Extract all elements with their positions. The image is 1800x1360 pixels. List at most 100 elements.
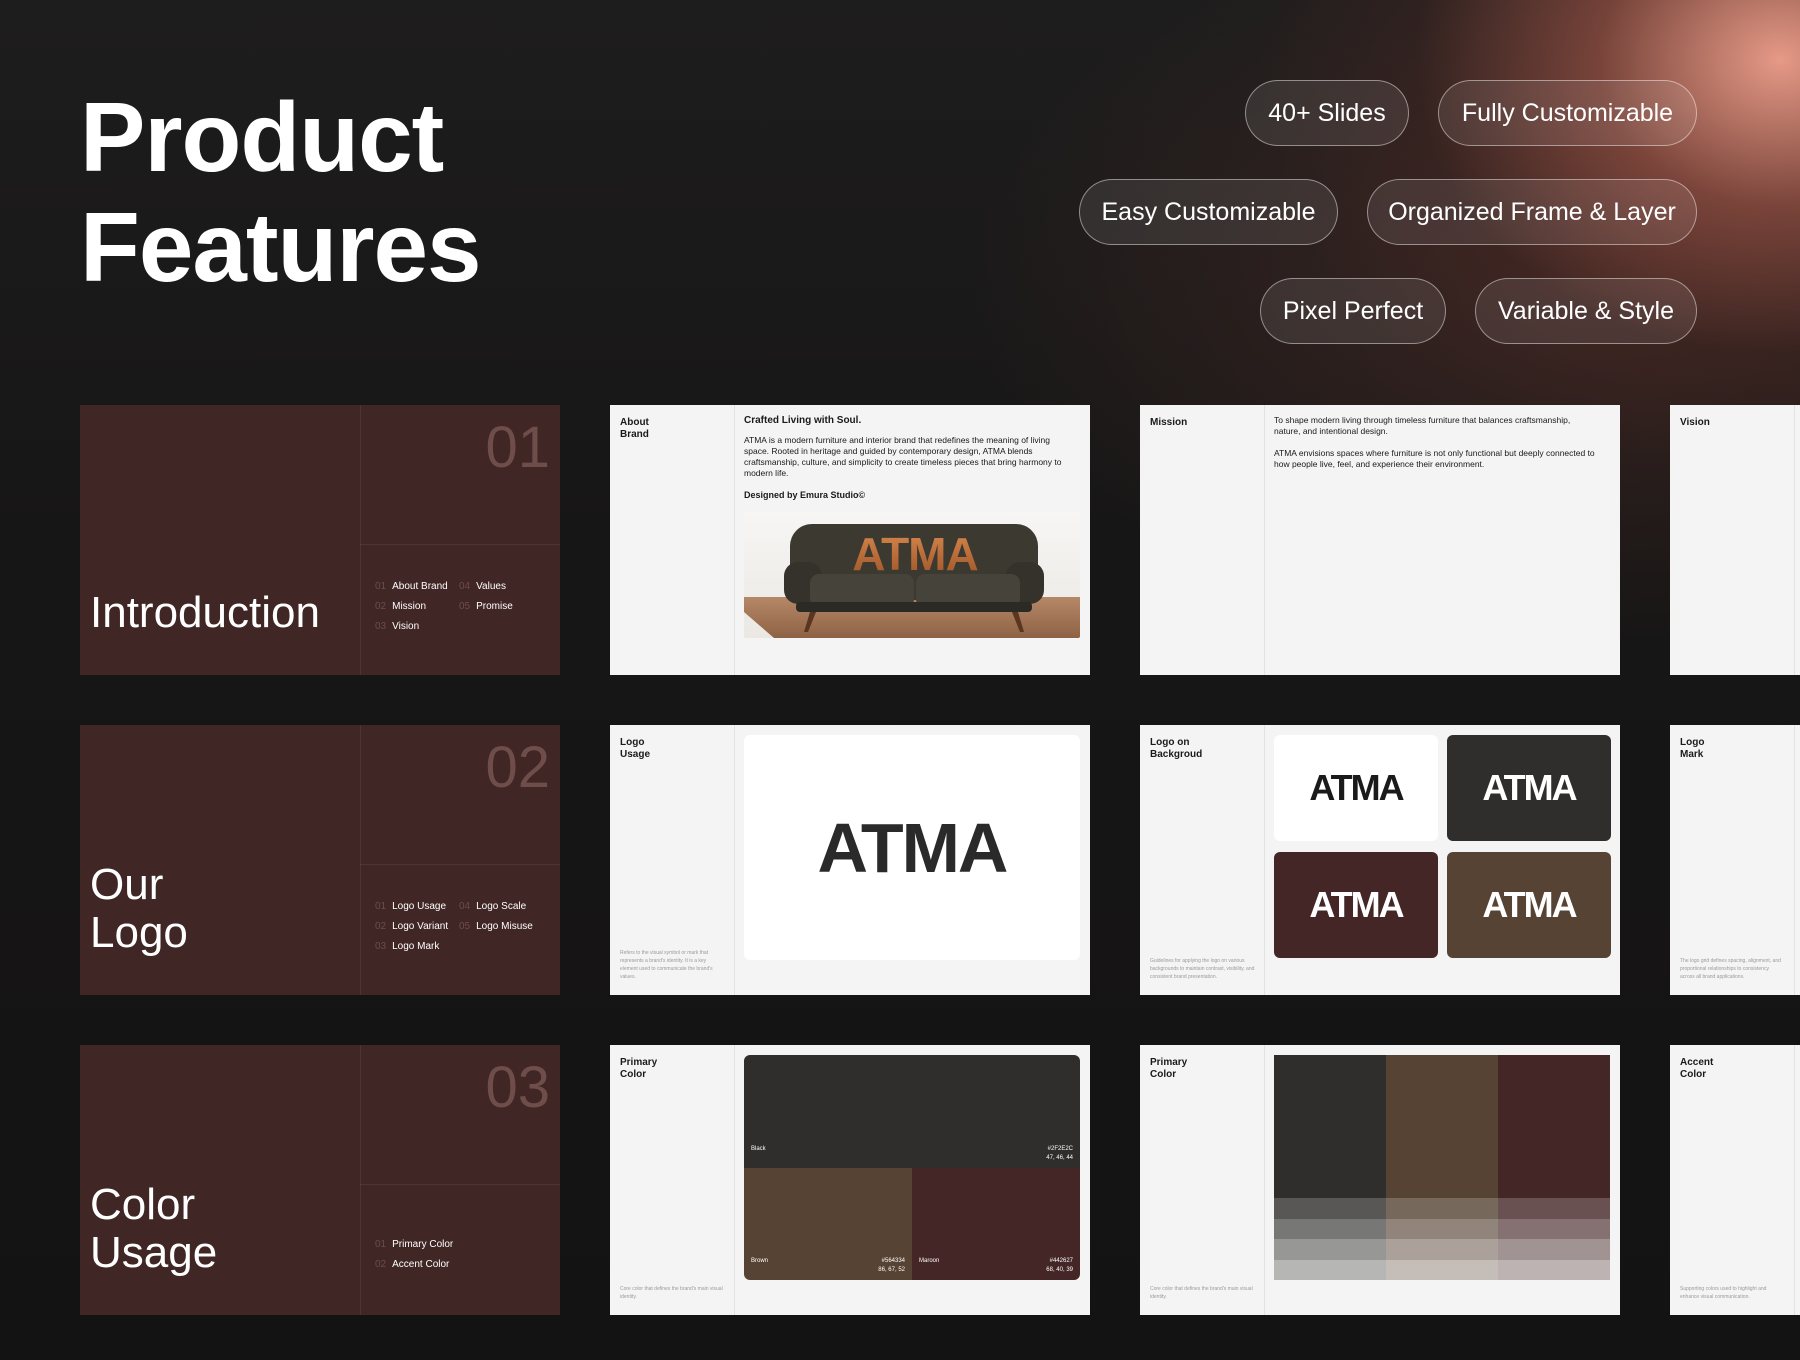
logo-tile-maroon: ATMA [1274,852,1438,958]
divider [1794,1045,1795,1315]
slide-mission[interactable]: Mission To shape modern living through t… [1140,405,1620,675]
slide-vision[interactable]: Vision [1670,405,1800,675]
tint-step [1274,1259,1386,1280]
tint-step [1274,1239,1386,1260]
divider [1794,405,1795,675]
mission-body: To shape modern living through timeless … [1274,415,1595,469]
section-number: 03 [485,1055,550,1120]
divider [360,1045,361,1315]
contents-item: 05 Promise [459,601,513,612]
tint-column [1274,1055,1386,1280]
color-tint-grid [1274,1055,1610,1280]
swatch-hex: #2F2E2C [1047,1146,1073,1152]
pill-pixel-perfect: Pixel Perfect [1260,278,1446,344]
divider [1264,405,1265,675]
logo-tile-brown: ATMA [1447,852,1611,958]
contents-item: 02 Accent Color [375,1259,450,1270]
slide-primary-color[interactable]: Primary Color Core color that defines th… [610,1045,1090,1315]
tint-base [1386,1055,1498,1199]
slide-about-brand[interactable]: About Brand Crafted Living with Soul. AT… [610,405,1090,675]
contents-item: 02 Mission [375,601,427,612]
tint-overlay [1498,1198,1610,1219]
section-contents: 01 Primary Color 02 Accent Color [375,1235,555,1275]
pill-easy-customizable: Easy Customizable [1079,179,1338,245]
divider [1264,1045,1265,1315]
color-swatches: Black #2F2E2C 47, 46, 44 Brown #564334 8… [744,1055,1080,1280]
tint-overlay [1274,1218,1386,1240]
swatch-hex: #564334 [881,1258,905,1264]
contents-item: 04 Logo Scale [459,901,527,912]
sofa-photo-word: ATMA [852,528,977,580]
tint-base [1274,1055,1386,1199]
tint-column [1386,1055,1498,1280]
swatch-name: Brown [751,1258,769,1264]
slide-caption: Core color that defines the brand's main… [620,1286,723,1300]
slide-accent-color[interactable]: Accent Color Supporting colors used to h… [1670,1045,1800,1315]
tint-column [1498,1055,1610,1280]
tint-step [1498,1259,1610,1280]
divider [360,544,560,545]
slide-label: Accent Color [1680,1057,1714,1080]
slide-label: Logo Mark [1680,737,1705,760]
tint-overlay [1274,1239,1386,1260]
divider [360,405,361,675]
tint-step [1498,1198,1610,1219]
swatch-black: Black #2F2E2C 47, 46, 44 [744,1055,1080,1168]
section-slide-color-usage[interactable]: 03 Color Usage 01 Primary Color 02 Accent … [80,1045,560,1315]
tint-overlay [1274,1198,1386,1219]
sofa-photo: ATMA [744,512,1080,638]
tint-step [1386,1259,1498,1280]
page-title: Product Features [80,82,482,302]
slide-label: About Brand [620,417,649,440]
slide-label: Primary Color [620,1057,658,1080]
contents-item: 04 Values [459,581,506,592]
contents-item: 01 About Brand [375,581,448,592]
tint-overlay [1498,1239,1610,1260]
slide-primary-color-tints[interactable]: Primary Color Core color that defines th… [1140,1045,1620,1315]
contents-item: 01 Primary Color [375,1239,454,1250]
slide-label: Vision [1680,417,1710,428]
slide-logo-usage[interactable]: Logo Usage Refers to the visual symbol o… [610,725,1090,995]
swatch-name: Black [751,1146,766,1152]
section-title: Our Logo [90,860,188,957]
logo-tile-white: ATMA [1274,735,1438,841]
divider [1794,725,1795,995]
slide-caption: Refers to the visual symbol or mark that… [620,950,713,980]
slide-logo-mark[interactable]: Logo Mark The logo grid defines spacing,… [1670,725,1800,995]
swatch-hex: #442627 [1049,1258,1073,1264]
tint-overlay [1274,1259,1386,1280]
tint-overlay [1386,1259,1498,1280]
section-title: Color Usage [90,1180,218,1277]
divider [734,725,735,995]
slide-label: Logo Usage [620,737,651,760]
swatch-brown: Brown #564334 86, 67, 52 [744,1168,912,1280]
divider [734,405,735,675]
divider [360,1184,560,1185]
pill-variable-style: Variable & Style [1475,278,1697,344]
pill-slides-count: 40+ Slides [1245,80,1409,146]
section-contents: 01 Logo Usage 04 Logo Scale 02 Logo Variant… [375,897,555,957]
swatch-maroon: Maroon #442627 68, 40, 39 [912,1168,1080,1280]
tint-overlay [1386,1198,1498,1219]
atma-wordmark: ATMA [817,808,1009,887]
tint-overlay [1498,1259,1610,1280]
tint-overlay [1386,1218,1498,1240]
divider [360,864,560,865]
section-number: 02 [485,735,550,800]
swatch-rgb: 47, 46, 44 [1046,1155,1073,1161]
section-slide-introduction[interactable]: 01 Introduction 01 About Brand 04 Values 0… [80,405,560,675]
swatch-name: Maroon [919,1258,940,1264]
slide-caption: The logo grid defines spacing, alignment… [1680,958,1781,980]
slide-logo-on-background[interactable]: Logo on Backgroud Guidelines for applyin… [1140,725,1620,995]
divider [360,725,361,995]
logo-display: ATMA [744,735,1080,960]
divider [734,1045,735,1315]
tint-step [1274,1218,1386,1240]
tint-step [1386,1198,1498,1219]
tint-step [1274,1198,1386,1219]
tint-step [1498,1239,1610,1260]
section-slide-our-logo[interactable]: 02 Our Logo 01 Logo Usage 04 Logo Scale 02… [80,725,560,995]
slide-label: Logo on Backgroud [1150,737,1203,760]
tint-step [1386,1218,1498,1240]
contents-item: 05 Logo Misuse [459,921,533,932]
